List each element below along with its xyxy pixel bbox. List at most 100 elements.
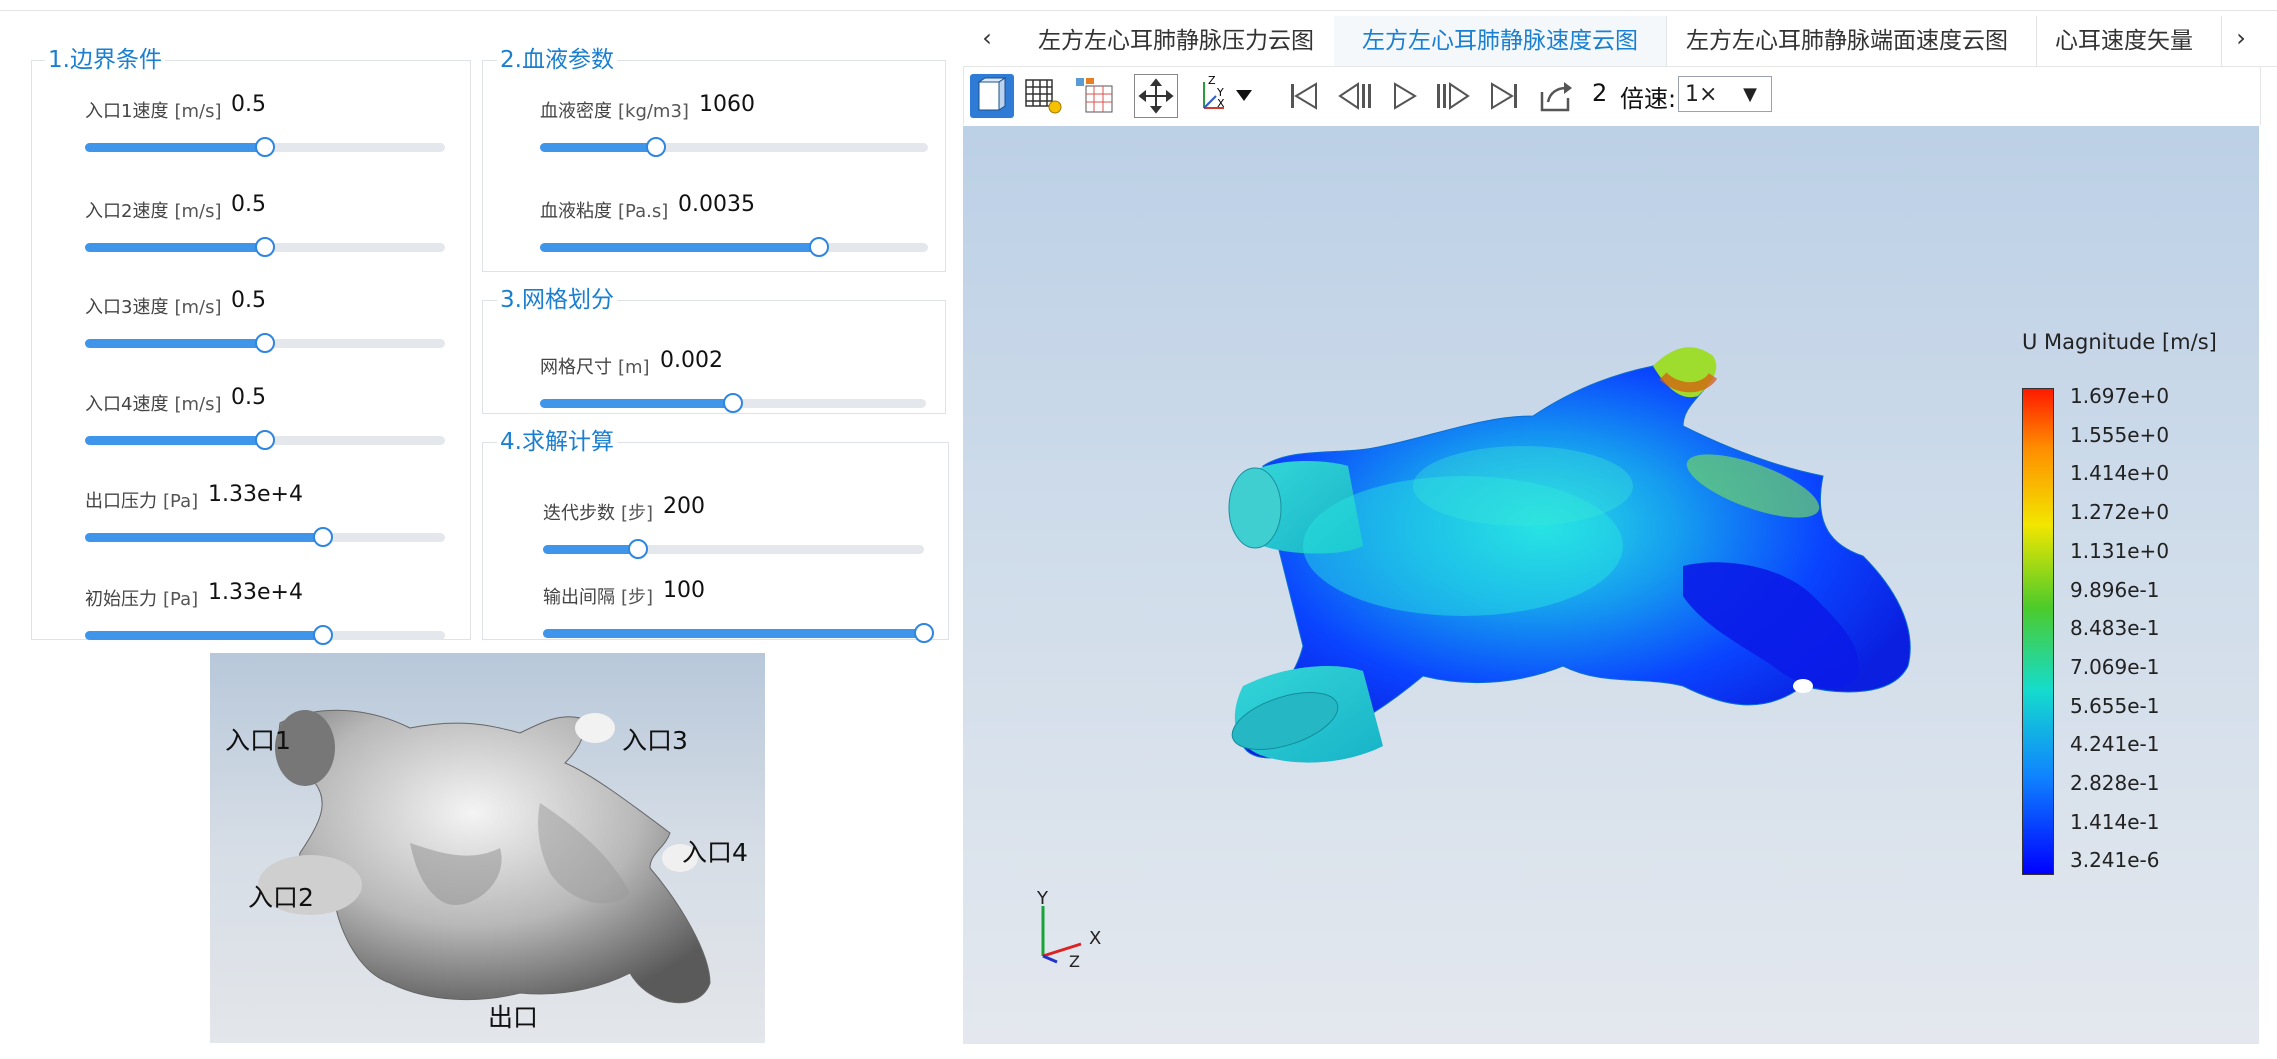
blood-param-unit: [Pa.s] xyxy=(618,201,669,222)
solver-param-slider[interactable] xyxy=(543,623,934,643)
slider-thumb[interactable] xyxy=(312,625,333,645)
view-cube-icon[interactable] xyxy=(970,74,1014,118)
colorbar-tick-label: 3.241e-6 xyxy=(2070,848,2160,873)
boundary-param-slider[interactable] xyxy=(85,625,445,645)
chevron-right-icon[interactable]: › xyxy=(2227,24,2255,52)
step-forward-icon[interactable] xyxy=(1432,74,1476,118)
colorbar-tick-label: 2.828e-1 xyxy=(2070,771,2160,795)
solver-param-name: 迭代步数 xyxy=(543,503,615,524)
boundary-param-value: 0.5 xyxy=(231,192,266,217)
tab-pressure-contour[interactable]: 左方左心耳肺静脉压力云图 xyxy=(1010,16,1343,66)
tab-velocity-vector[interactable]: 心耳速度矢量 xyxy=(2027,16,2222,66)
table-grid-icon[interactable] xyxy=(1072,74,1116,118)
blood-param-name: 血液密度 xyxy=(540,101,612,122)
3d-viewport[interactable]: Y X Z U Magnitude [m/s] 1.697e+0 1.555e+0… xyxy=(963,126,2259,1044)
blood-param-slider[interactable] xyxy=(540,137,928,157)
boundary-param-slider[interactable] xyxy=(85,527,445,547)
colorbar-tick-label: 1.697e+0 xyxy=(2070,384,2170,408)
chevron-down-icon: ▼ xyxy=(1743,84,1757,105)
velocity-contour-model xyxy=(1228,347,1911,763)
inlet-4-label: 入口4 xyxy=(682,838,748,867)
first-frame-icon[interactable] xyxy=(1282,74,1326,118)
colorbar-tick-label: 4.241e-1 xyxy=(2070,732,2160,757)
mesh-param-name: 网格尺寸 xyxy=(540,357,612,378)
slider-fill xyxy=(543,629,924,638)
solver-param-unit: [步] xyxy=(621,587,654,608)
boundary-param-unit: [Pa] xyxy=(163,491,199,512)
boundary-param-name: 入口1速度 xyxy=(85,101,169,122)
colorbar xyxy=(2022,388,2054,875)
outlet-label: 出口 xyxy=(488,1003,539,1032)
export-icon[interactable] xyxy=(1534,74,1578,118)
svg-text:X: X xyxy=(1217,97,1225,110)
blood-param-value: 1060 xyxy=(699,92,755,117)
slider-thumb[interactable] xyxy=(255,333,275,353)
colorbar-tick-label: 1.272e+0 xyxy=(2070,500,2170,525)
slider-thumb[interactable] xyxy=(255,237,275,257)
play-icon[interactable] xyxy=(1382,74,1426,118)
mesh-grid-icon[interactable] xyxy=(1022,74,1066,118)
inlet-1-label: 入口1 xyxy=(225,726,291,755)
colorbar-tick-label: 1.414e-1 xyxy=(2070,809,2160,834)
legend-title: U Magnitude [m/s] xyxy=(2022,330,2217,354)
slider-thumb[interactable] xyxy=(723,393,743,413)
inlet-2-label: 入口2 xyxy=(248,883,314,912)
boundary-param-slider[interactable] xyxy=(85,137,445,157)
boundary-param-label: 入口3速度 [m/s] xyxy=(85,293,221,319)
slider-thumb[interactable] xyxy=(255,137,275,157)
step-back-icon[interactable] xyxy=(1332,74,1376,118)
viewer-toolbar: ZYX 2 倍速: 1× ▼ xyxy=(963,67,2261,125)
solver-param-value: 200 xyxy=(663,494,705,519)
slider-thumb[interactable] xyxy=(312,527,333,547)
boundary-param-name: 入口3速度 xyxy=(85,297,169,318)
boundary-param-name: 初始压力 xyxy=(85,589,157,610)
colorbar-tick-label: 1.555e+0 xyxy=(2070,422,2170,447)
slider-fill xyxy=(85,436,265,445)
colorbar-tick-label: 9.896e-1 xyxy=(2070,577,2160,602)
blood-param-unit: [kg/m3] xyxy=(618,101,689,122)
model-preview-image: 入口1 入口2 入口3 入口4 出口 xyxy=(210,653,765,1043)
mesh-title: 3.网格划分 xyxy=(497,287,617,313)
axis-z-label: Z xyxy=(1069,952,1080,971)
boundary-param-name: 出口压力 xyxy=(85,491,157,512)
colorbar-tick-label: 7.069e-1 xyxy=(2070,654,2160,679)
boundary-param-slider[interactable] xyxy=(85,430,445,450)
boundary-param-slider[interactable] xyxy=(85,237,445,257)
boundary-param-label: 出口压力 [Pa] xyxy=(85,487,198,513)
slider-fill xyxy=(540,243,820,252)
slider-thumb[interactable] xyxy=(914,623,934,643)
boundary-param-unit: [m/s] xyxy=(174,201,222,222)
blood-param-slider[interactable] xyxy=(540,237,928,257)
boundary-param-unit: [m/s] xyxy=(174,297,222,318)
solver-param-slider[interactable] xyxy=(543,539,924,559)
solver-param-label: 迭代步数 [步] xyxy=(543,499,653,525)
axes-orientation-icon[interactable]: ZYX xyxy=(1192,74,1262,118)
axis-x-label: X xyxy=(1089,928,1102,949)
blood-param-label: 血液密度 [kg/m3] xyxy=(540,97,689,123)
last-frame-icon[interactable] xyxy=(1482,74,1526,118)
blood-params-title: 2.血液参数 xyxy=(497,47,617,73)
slider-fill xyxy=(540,399,733,408)
blood-param-value: 0.0035 xyxy=(678,192,755,217)
colorbar-tick-label: 5.655e-1 xyxy=(2070,693,2160,718)
slider-thumb[interactable] xyxy=(255,430,275,450)
boundary-param-value: 0.5 xyxy=(231,385,266,410)
svg-text:Z: Z xyxy=(1208,74,1216,87)
slider-fill xyxy=(85,243,265,252)
boundary-param-name: 入口4速度 xyxy=(85,394,169,415)
blood-param-name: 血液粘度 xyxy=(540,201,612,222)
fit-view-icon[interactable] xyxy=(1134,74,1178,118)
boundary-param-unit: [Pa] xyxy=(163,589,199,610)
boundary-param-name: 入口2速度 xyxy=(85,201,169,222)
tab-section-velocity[interactable]: 左方左心耳肺静脉端面速度云图 xyxy=(1658,16,2037,66)
mesh-param-slider[interactable] xyxy=(540,393,926,413)
solver-param-unit: [步] xyxy=(621,503,654,524)
boundary-param-label: 入口1速度 [m/s] xyxy=(85,97,221,123)
solver-param-value: 100 xyxy=(663,578,705,603)
tab-velocity-contour[interactable]: 左方左心耳肺静脉速度云图 xyxy=(1334,16,1667,66)
boundary-param-slider[interactable] xyxy=(85,333,445,353)
mesh-param-label: 网格尺寸 [m] xyxy=(540,353,650,379)
result-tabs: ‹ 左方左心耳肺静脉压力云图 左方左心耳肺静脉速度云图 左方左心耳肺静脉端面速度… xyxy=(963,16,2277,67)
speed-select[interactable]: 1× ▼ xyxy=(1678,76,1772,112)
chevron-left-icon[interactable]: ‹ xyxy=(973,24,1001,52)
